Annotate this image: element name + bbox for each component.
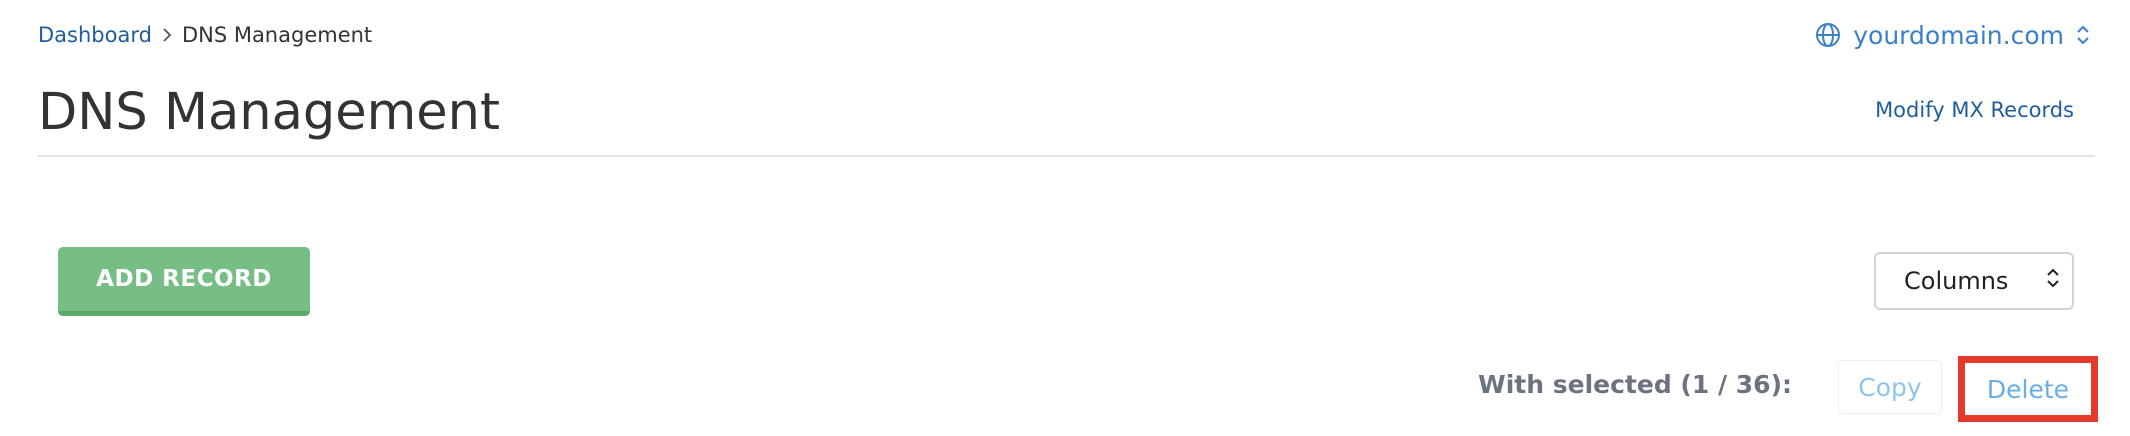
bulk-selection-label: With selected (1 / 36): — [1478, 370, 1792, 399]
columns-select-label: Columns — [1904, 267, 2009, 295]
header-divider — [38, 155, 2095, 157]
columns-select[interactable]: Columns — [1874, 252, 2074, 310]
domain-selector[interactable]: yourdomain.com — [1815, 16, 2090, 54]
globe-icon — [1815, 22, 1841, 48]
add-record-button[interactable]: ADD RECORD — [58, 247, 310, 316]
breadcrumb-dashboard-link[interactable]: Dashboard — [38, 23, 152, 47]
page-title: DNS Management — [38, 83, 500, 142]
copy-button[interactable]: Copy — [1838, 360, 1942, 414]
breadcrumb-current: DNS Management — [181, 23, 373, 47]
domain-selector-value: yourdomain.com — [1853, 20, 2064, 50]
chevron-updown-icon — [2046, 267, 2060, 295]
chevron-updown-icon — [2076, 24, 2090, 46]
chevron-right-icon — [152, 20, 182, 50]
delete-button[interactable]: Delete — [1958, 356, 2098, 422]
breadcrumb: Dashboard DNS Management — [38, 20, 372, 50]
modify-mx-records-link[interactable]: Modify MX Records — [1875, 98, 2074, 122]
